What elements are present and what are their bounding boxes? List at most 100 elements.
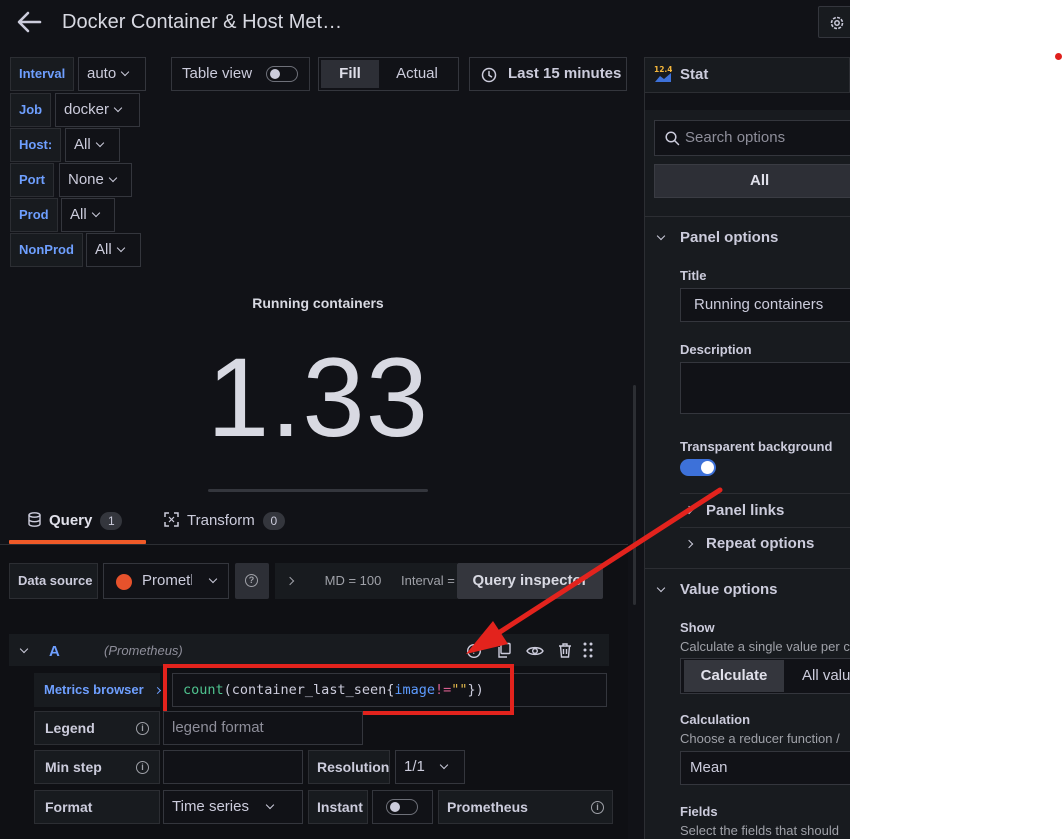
visualization-picker[interactable]: [644, 57, 850, 93]
tab-count-badge: 1: [100, 512, 123, 530]
stat-value: 1.33: [207, 335, 429, 460]
variable-select-prod[interactable]: All: [61, 198, 115, 232]
database-icon: [28, 512, 41, 527]
dashboard-title: Docker Container & Host Met…: [62, 11, 343, 33]
variable-select-interval[interactable]: auto: [78, 57, 146, 91]
format-value: Time series: [172, 798, 249, 815]
min-step-input[interactable]: [163, 750, 303, 784]
red-marker-dot: [1055, 53, 1062, 60]
transparent-bg-switch[interactable]: [680, 459, 716, 476]
all-values-option[interactable]: All valu: [802, 660, 850, 692]
search-options-input[interactable]: Search options: [654, 120, 850, 156]
prometheus-logo-icon: [116, 574, 132, 590]
stat-visualization-icon: 12.4: [654, 64, 673, 84]
gear-icon: [830, 16, 844, 30]
calculate-option[interactable]: Calculate: [684, 660, 784, 692]
metrics-browser-button[interactable]: Metrics browser: [34, 673, 162, 707]
actual-option[interactable]: Actual: [381, 60, 453, 88]
query-inspector-button[interactable]: Query inspector: [457, 563, 603, 599]
drag-handle-icon[interactable]: [582, 640, 600, 660]
variable-select-port[interactable]: None: [59, 163, 132, 197]
info-icon[interactable]: i: [136, 761, 149, 774]
section-value-options[interactable]: Value options: [680, 581, 778, 598]
section-repeat-options[interactable]: Repeat options: [706, 535, 814, 552]
variable-select-job[interactable]: docker: [55, 93, 140, 127]
datasource-help-button[interactable]: ?: [235, 563, 269, 599]
tab-label: Query: [49, 512, 93, 529]
tab-transform[interactable]: Transform 0: [164, 512, 285, 542]
query-ref-id[interactable]: A: [49, 643, 60, 660]
variable-value: docker: [64, 101, 110, 118]
variable-value: All: [95, 241, 112, 258]
fields-label: Fields: [680, 804, 718, 819]
annotation-highlight-box: [163, 664, 514, 715]
variable-label-host: Host:: [10, 128, 62, 162]
datasource-picker[interactable]: Prometheus: [103, 563, 229, 599]
instant-label: Instant: [308, 790, 368, 824]
title-label: Title: [680, 268, 707, 283]
info-icon[interactable]: i: [136, 722, 149, 735]
fill-option[interactable]: Fill: [321, 60, 379, 88]
pane-resize-handle[interactable]: [208, 489, 428, 492]
variable-value: None: [68, 171, 104, 188]
table-view-toggle[interactable]: Table view: [171, 57, 310, 91]
chevron-down-icon: [91, 208, 100, 218]
transparent-bg-label: Transparent background: [680, 439, 833, 454]
chevron-right-icon: [154, 686, 162, 695]
variable-label-interval: Interval: [10, 57, 75, 91]
settings-button[interactable]: [818, 6, 850, 38]
section-panel-links[interactable]: Panel links: [706, 502, 784, 519]
scrollbar[interactable]: [633, 385, 636, 605]
hide-query-eye-icon[interactable]: [526, 640, 544, 660]
calculation-select[interactable]: Mean: [680, 751, 850, 785]
panel-title: Running containers: [252, 295, 384, 311]
options-pane: [645, 110, 850, 839]
variable-select-host[interactable]: All: [65, 128, 120, 162]
instant-switch[interactable]: [386, 799, 418, 815]
query-type-label: Prometheus i: [438, 790, 613, 824]
fields-description: Select the fields that should: [680, 823, 839, 838]
variable-label-prod: Prod: [10, 198, 58, 232]
chevron-down-icon: [439, 760, 449, 770]
format-select[interactable]: Time series: [163, 790, 303, 824]
legend-label: Legend i: [34, 711, 160, 745]
chevron-down-icon: [120, 67, 130, 77]
variable-value: All: [74, 136, 91, 153]
duplicate-query-icon[interactable]: [496, 640, 514, 660]
resolution-value: 1/1: [404, 758, 425, 775]
variable-label-port: Port: [10, 163, 54, 197]
chevron-down-icon: [95, 138, 104, 148]
query-help-icon[interactable]: ?: [466, 640, 484, 660]
panel-title-input[interactable]: Running containers: [680, 288, 850, 322]
divider: [645, 216, 850, 217]
legend-format-input[interactable]: legend format: [163, 711, 363, 745]
divider: [680, 493, 850, 494]
format-label-text: Format: [45, 799, 93, 815]
chevron-down-icon: [265, 800, 275, 810]
format-label: Format: [34, 790, 160, 824]
info-icon[interactable]: i: [591, 801, 604, 814]
min-step-label: Min step i: [34, 750, 160, 784]
legend-label-text: Legend: [45, 720, 95, 736]
chevron-right-icon: [285, 576, 295, 586]
calculation-description: Choose a reducer function /: [680, 731, 840, 746]
variable-label-nonprod: NonProd: [10, 233, 83, 267]
variable-select-nonprod[interactable]: All: [86, 233, 141, 267]
description-textarea[interactable]: [680, 362, 850, 414]
table-view-switch[interactable]: [266, 66, 298, 82]
query-row-header: [9, 634, 609, 666]
grafana-panel-editor: Docker Container & Host Met… Interval au…: [0, 0, 850, 839]
section-panel-options[interactable]: Panel options: [680, 229, 778, 246]
help-icon: ?: [245, 574, 258, 587]
query-options-toggle[interactable]: MD = 100 Interval = 15s: [275, 563, 457, 599]
chevron-down-icon: [116, 243, 125, 253]
divider: [680, 527, 850, 528]
back-arrow-icon[interactable]: [14, 8, 44, 36]
delete-query-trash-icon[interactable]: [557, 640, 575, 660]
description-label: Description: [680, 342, 752, 357]
resolution-select[interactable]: 1/1: [395, 750, 465, 784]
instant-toggle-wrap: [372, 790, 433, 824]
svg-text:?: ?: [472, 647, 477, 657]
tab-query[interactable]: Query 1: [28, 512, 123, 542]
time-range-picker[interactable]: Last 15 minutes: [469, 57, 627, 91]
